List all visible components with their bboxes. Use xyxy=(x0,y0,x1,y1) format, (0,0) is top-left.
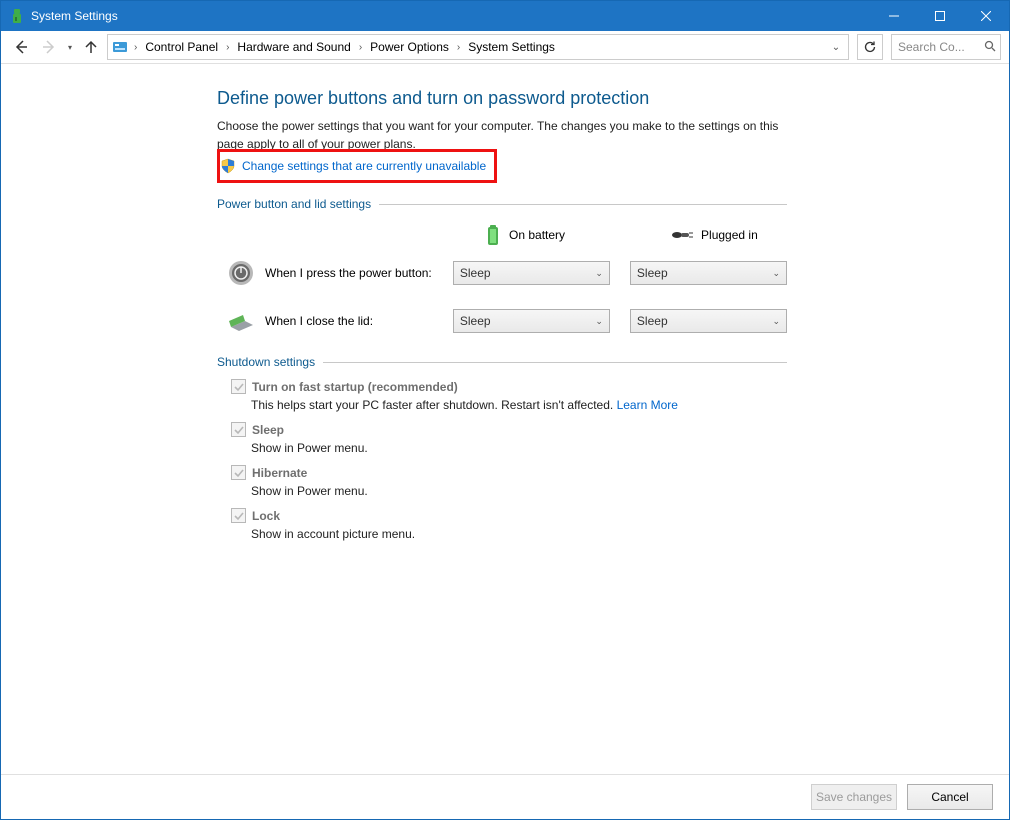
hibernate-item: Hibernate Show in Power menu. xyxy=(231,465,787,498)
content-area: Define power buttons and turn on passwor… xyxy=(1,64,1009,774)
power-button-icon xyxy=(227,259,255,287)
sleep-desc: Show in Power menu. xyxy=(251,441,787,455)
power-columns-header: On battery Plugged in xyxy=(217,221,787,249)
navbar: ▾ › Control Panel › Hardware and Sound ›… xyxy=(1,31,1009,64)
hibernate-checkbox xyxy=(231,465,246,480)
laptop-lid-icon xyxy=(227,307,255,335)
fast-startup-checkbox xyxy=(231,379,246,394)
lock-desc: Show in account picture menu. xyxy=(251,527,787,541)
chevron-down-icon: ⌄ xyxy=(772,316,780,327)
breadcrumb[interactable]: › Control Panel › Hardware and Sound › P… xyxy=(107,34,849,60)
page-title: Define power buttons and turn on passwor… xyxy=(217,88,787,109)
plugged-in-label: Plugged in xyxy=(701,228,758,242)
forward-button[interactable] xyxy=(37,35,61,59)
close-lid-row: When I close the lid: Sleep ⌄ Sleep ⌄ xyxy=(227,307,787,335)
fast-startup-label: Turn on fast startup (recommended) xyxy=(252,380,458,394)
breadcrumb-item-control-panel[interactable]: Control Panel xyxy=(143,38,220,56)
window-title: System Settings xyxy=(31,9,118,23)
power-button-battery-select[interactable]: Sleep ⌄ xyxy=(453,261,610,285)
refresh-button[interactable] xyxy=(857,34,883,60)
cancel-button[interactable]: Cancel xyxy=(907,784,993,810)
breadcrumb-dropdown[interactable]: ⌄ xyxy=(828,36,844,58)
close-lid-plugged-select[interactable]: Sleep ⌄ xyxy=(630,309,787,333)
chevron-down-icon: ⌄ xyxy=(772,268,780,279)
shutdown-section: Shutdown settings Turn on fast startup (… xyxy=(217,355,787,541)
chevron-down-icon: ⌄ xyxy=(595,268,603,279)
chevron-right-icon[interactable]: › xyxy=(222,42,233,53)
chevron-right-icon[interactable]: › xyxy=(453,42,464,53)
lock-checkbox xyxy=(231,508,246,523)
power-button-row: When I press the power button: Sleep ⌄ S… xyxy=(227,259,787,287)
back-button[interactable] xyxy=(9,35,33,59)
learn-more-link[interactable]: Learn More xyxy=(617,398,678,412)
sleep-label: Sleep xyxy=(252,423,284,437)
sleep-item: Sleep Show in Power menu. xyxy=(231,422,787,455)
history-dropdown[interactable]: ▾ xyxy=(65,43,75,52)
change-settings-link[interactable]: Change settings that are currently unava… xyxy=(242,159,486,173)
on-battery-label: On battery xyxy=(509,228,565,242)
minimize-button[interactable] xyxy=(871,1,917,31)
power-button-plugged-select[interactable]: Sleep ⌄ xyxy=(630,261,787,285)
breadcrumb-item-hardware-sound[interactable]: Hardware and Sound xyxy=(235,38,352,56)
power-section-title: Power button and lid settings xyxy=(217,197,371,211)
control-panel-icon xyxy=(112,39,128,55)
search-input[interactable] xyxy=(896,39,972,55)
breadcrumb-item-power-options[interactable]: Power Options xyxy=(368,38,451,56)
search-icon[interactable] xyxy=(984,40,996,55)
sleep-checkbox xyxy=(231,422,246,437)
chevron-right-icon[interactable]: › xyxy=(355,42,366,53)
power-button-section: Power button and lid settings On battery xyxy=(217,197,787,335)
chevron-right-icon[interactable]: › xyxy=(130,42,141,53)
hibernate-label: Hibernate xyxy=(252,466,307,480)
up-button[interactable] xyxy=(79,35,103,59)
intro-text-1: Choose the power settings that you want … xyxy=(217,117,787,135)
system-settings-window: System Settings ▾ › Control Panel xyxy=(0,0,1010,820)
close-lid-battery-select[interactable]: Sleep ⌄ xyxy=(453,309,610,333)
power-button-label: When I press the power button: xyxy=(265,266,443,280)
save-button[interactable]: Save changes xyxy=(811,784,897,810)
app-icon xyxy=(9,8,25,24)
battery-icon xyxy=(485,224,501,246)
lock-item: Lock Show in account picture menu. xyxy=(231,508,787,541)
titlebar: System Settings xyxy=(1,1,1009,31)
breadcrumb-item-system-settings[interactable]: System Settings xyxy=(466,38,557,56)
shutdown-section-title: Shutdown settings xyxy=(217,355,315,369)
maximize-button[interactable] xyxy=(917,1,963,31)
lock-label: Lock xyxy=(252,509,280,523)
chevron-down-icon: ⌄ xyxy=(595,316,603,327)
shield-icon xyxy=(220,158,236,174)
footer: Save changes Cancel xyxy=(1,774,1009,819)
close-button[interactable] xyxy=(963,1,1009,31)
close-lid-label: When I close the lid: xyxy=(265,314,443,328)
fast-startup-desc: This helps start your PC faster after sh… xyxy=(251,398,787,412)
fast-startup-item: Turn on fast startup (recommended) This … xyxy=(231,379,787,412)
change-settings-highlight: Change settings that are currently unava… xyxy=(217,149,497,183)
search-box[interactable] xyxy=(891,34,1001,60)
plug-icon xyxy=(671,229,693,241)
hibernate-desc: Show in Power menu. xyxy=(251,484,787,498)
